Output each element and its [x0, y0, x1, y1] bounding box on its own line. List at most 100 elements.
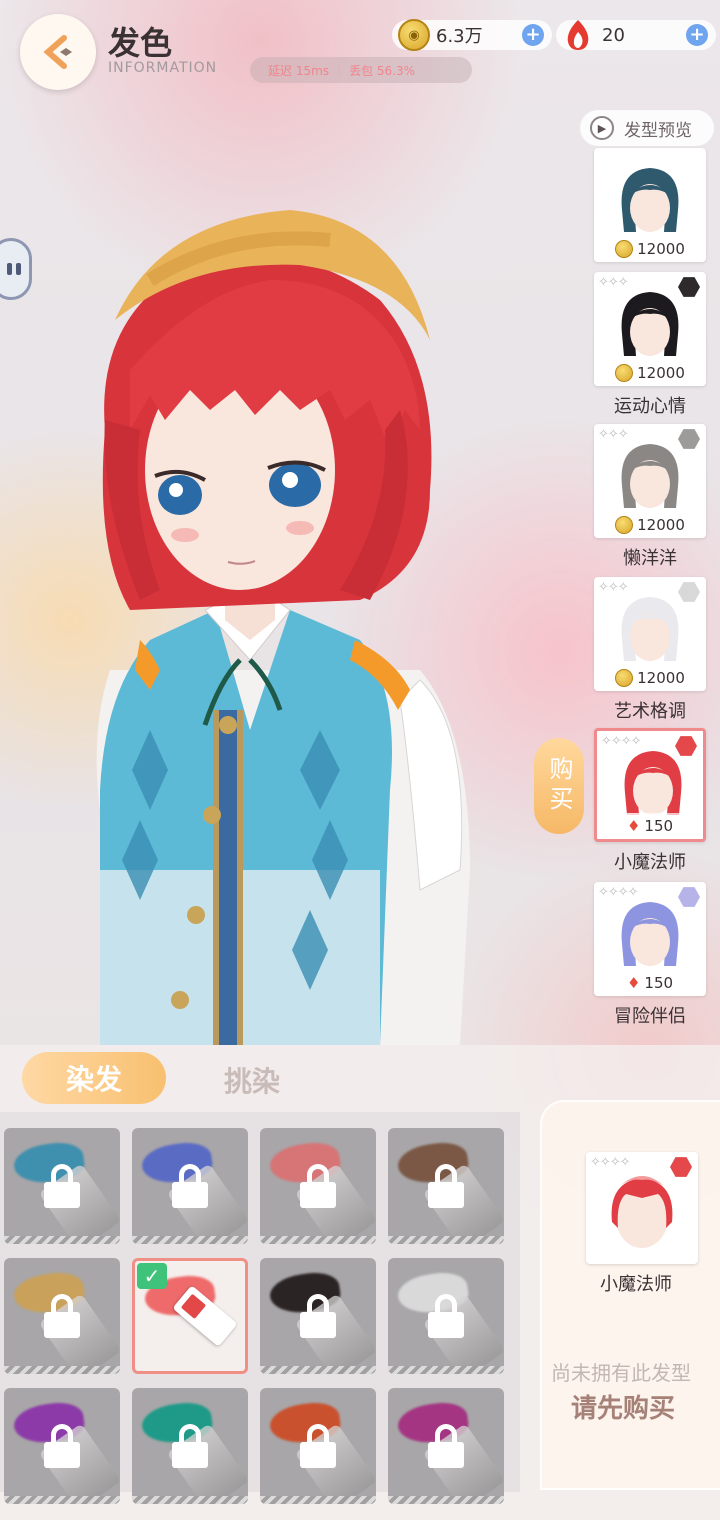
gem-amount: 20 — [602, 24, 625, 46]
lock-icon — [428, 1164, 464, 1208]
hairstyle-price: ♦ 150 — [594, 970, 706, 996]
hairstyle-preview-label: 发型预览 — [624, 120, 692, 141]
hairstyle-price-value: 12000 — [637, 669, 685, 687]
info-hairstyle-name: 小魔法师 — [600, 1274, 672, 1295]
locked-stripes — [260, 1236, 376, 1244]
back-arrow-icon — [43, 35, 72, 69]
debug-latency: 延迟 15ms — [268, 63, 330, 78]
hairstyle-price-value: 12000 — [637, 240, 685, 258]
hairstyle-card[interactable]: ✧✧✧✧ ♦ 150 冒险伴侣 — [594, 882, 706, 1028]
rarity-stars: ✧✧✧ — [598, 275, 629, 290]
color-swatch[interactable] — [260, 1258, 376, 1374]
buy-first-button[interactable]: 请先购买 — [571, 1388, 675, 1425]
locked-stripes — [4, 1496, 120, 1504]
gold-coin-icon — [615, 516, 634, 534]
hairstyle-price-value: 150 — [644, 974, 674, 992]
hairstyle-price: 12000 — [594, 236, 706, 262]
color-swatch[interactable] — [260, 1128, 376, 1244]
tab-dye-label: 染发 — [65, 1063, 122, 1096]
hairstyle-price: 12000 — [594, 360, 706, 386]
page-subtitle: INFORMATION — [108, 60, 218, 76]
debug-overlay: 延迟 15ms | 丢包 56.3% — [250, 57, 472, 83]
add-gem-button[interactable]: + — [686, 24, 708, 46]
hairstyle-name: 冒险伴侣 — [614, 1006, 686, 1027]
side-pause-button[interactable] — [0, 238, 32, 300]
lock-icon — [172, 1164, 208, 1208]
rarity-stars: ✧✧✧✧ — [598, 885, 639, 900]
hairstyle-thumbnail-box: ✧✧✧✧ ♦ 150 — [594, 882, 706, 996]
hairstyle-name: 运动心情 — [614, 396, 686, 417]
info-hairstyle-card: ✧✧✧✧ — [586, 1152, 698, 1264]
hairstyle-preview-button[interactable]: ▶ 发型预览 — [580, 110, 714, 146]
color-swatch[interactable] — [4, 1388, 120, 1504]
gem-flame-icon — [567, 20, 589, 50]
color-swatch[interactable]: ✓ — [132, 1258, 248, 1374]
hairstyle-price: ♦ 150 — [597, 813, 703, 839]
lock-icon — [44, 1294, 80, 1338]
color-swatch[interactable] — [388, 1258, 504, 1374]
color-swatch[interactable] — [4, 1128, 120, 1244]
color-swatch[interactable] — [388, 1388, 504, 1504]
color-swatch[interactable] — [4, 1258, 120, 1374]
color-swatch[interactable] — [260, 1388, 376, 1504]
color-swatch[interactable] — [388, 1128, 504, 1244]
hairstyle-price: 12000 — [594, 512, 706, 538]
hairstyle-card[interactable]: ✧✧✧ 12000 艺术格调 — [594, 577, 706, 723]
color-swatch[interactable] — [132, 1128, 248, 1244]
not-owned-text: 尚未拥有此发型 — [551, 1361, 691, 1385]
lock-icon — [428, 1294, 464, 1338]
hairstyle-price: 12000 — [594, 665, 706, 691]
hairstyle-price-value: 12000 — [637, 364, 685, 382]
hairstyle-card[interactable]: ✧✧✧ 12000 懒洋洋 — [594, 424, 706, 570]
buy-button[interactable]: 购买 — [534, 738, 584, 834]
locked-stripes — [4, 1236, 120, 1244]
hairstyle-thumbnail-box: ✧✧✧ 12000 — [594, 577, 706, 691]
gem-flame-icon: ♦ — [626, 974, 641, 992]
hairstyle-price-value: 150 — [644, 817, 674, 835]
hairstyle-name: 艺术格调 — [614, 701, 686, 722]
play-icon: ▶ — [590, 116, 614, 140]
gold-currency: ◉ 6.3万 + — [392, 19, 552, 51]
debug-separator: | — [337, 63, 342, 77]
locked-stripes — [260, 1366, 376, 1374]
rarity-stars: ✧✧✧ — [598, 427, 629, 442]
gem-flame-icon: ♦ — [626, 817, 641, 835]
locked-stripes — [4, 1366, 120, 1374]
tab-dye[interactable]: 染发 — [22, 1052, 166, 1104]
locked-stripes — [260, 1496, 376, 1504]
gem-currency: 20 + — [556, 20, 716, 50]
pause-icon-bar — [16, 263, 21, 275]
rarity-stars: ✧✧✧ — [598, 580, 629, 595]
rarity-stars: ✧✧✧✧ — [590, 1155, 631, 1170]
gold-amount: 6.3万 — [436, 26, 483, 47]
gold-coin-icon — [615, 669, 634, 687]
back-button[interactable] — [20, 14, 96, 90]
lock-icon — [172, 1424, 208, 1468]
color-swatch[interactable] — [132, 1388, 248, 1504]
hairstyle-thumbnail-box: ✧✧✧ 12000 — [594, 272, 706, 386]
hairstyle-card[interactable]: ✧✧✧ 12000 运动心情 — [594, 272, 706, 418]
locked-stripes — [388, 1366, 504, 1374]
lock-icon — [300, 1294, 336, 1338]
tab-highlight[interactable]: 挑染 — [224, 1060, 280, 1100]
page-title: 发色 — [108, 24, 173, 62]
gold-coin-icon: ◉ — [398, 19, 430, 51]
locked-stripes — [388, 1496, 504, 1504]
lock-icon — [44, 1424, 80, 1468]
hairstyle-name: 小魔法师 — [614, 852, 686, 873]
lock-icon — [44, 1164, 80, 1208]
rarity-stars: ✧✧✧✧ — [601, 734, 642, 749]
add-gold-button[interactable]: + — [522, 24, 544, 46]
lock-icon — [300, 1424, 336, 1468]
debug-loss: 丢包 56.3% — [349, 63, 416, 78]
hairstyle-card[interactable]: ✧✧✧✧ ♦ 150 小魔法师 — [594, 728, 706, 874]
gold-coin-icon — [615, 240, 634, 258]
character-model — [96, 210, 471, 1045]
dye-tube-label — [180, 1293, 207, 1320]
hairstyle-name: 懒洋洋 — [623, 548, 677, 569]
lock-icon — [428, 1424, 464, 1468]
lock-icon — [300, 1164, 336, 1208]
locked-stripes — [132, 1236, 248, 1244]
hairstyle-thumbnail-box: 12000 — [594, 148, 706, 262]
selected-check-icon: ✓ — [137, 1263, 167, 1289]
